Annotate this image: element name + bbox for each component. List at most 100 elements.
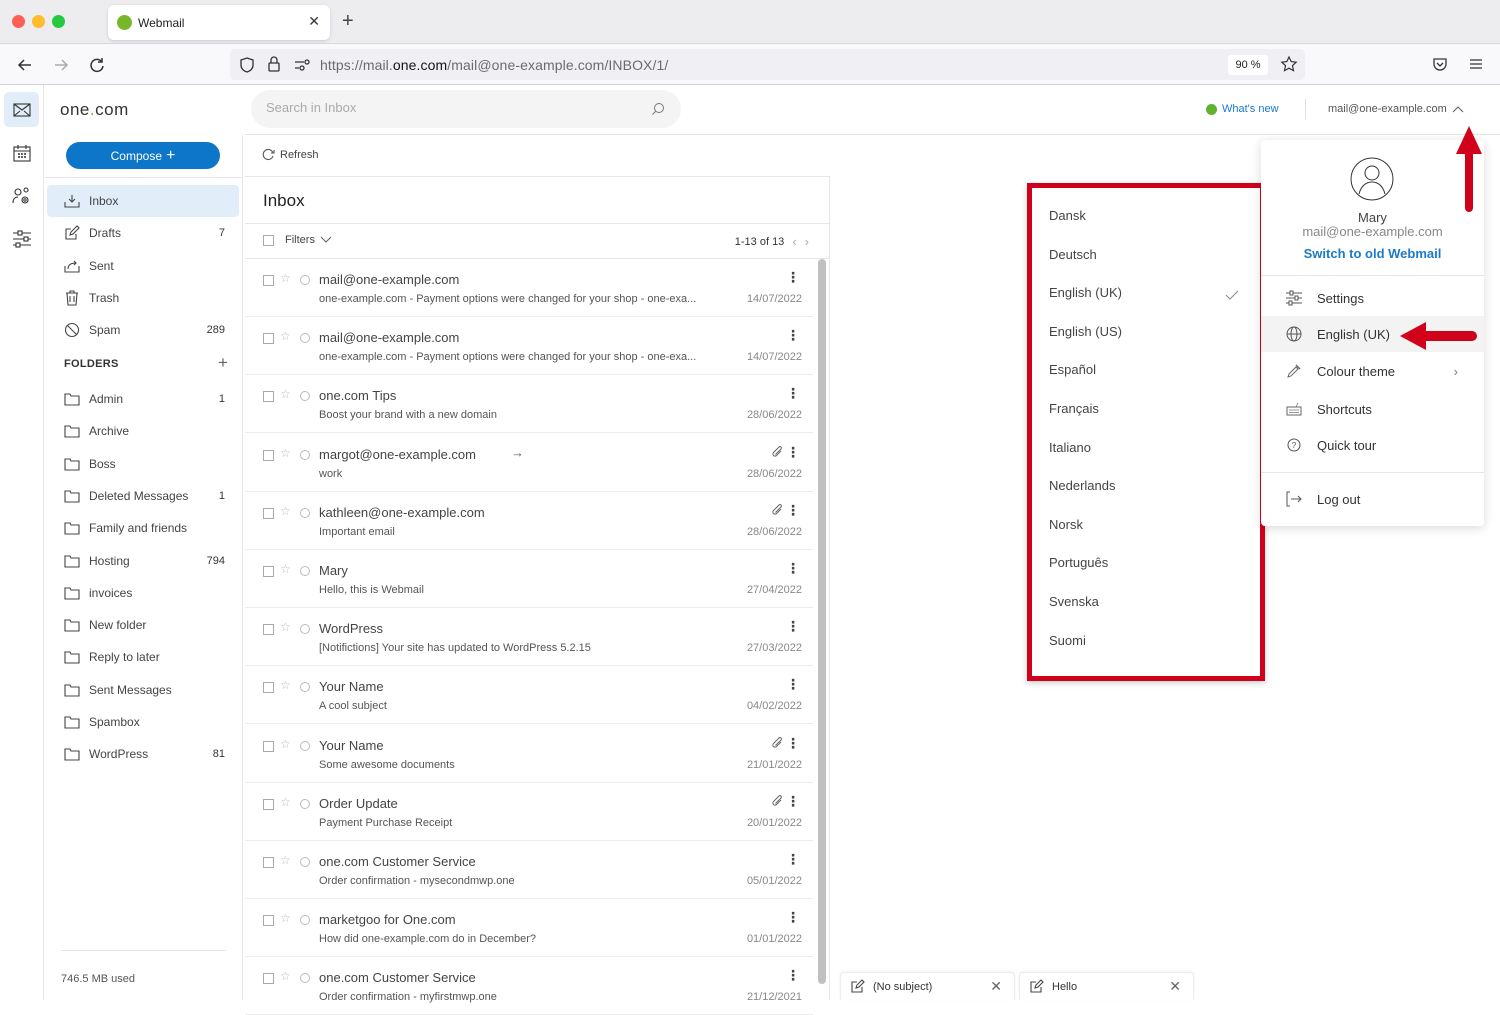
language-option[interactable]: Français — [1049, 401, 1099, 416]
more-options-icon[interactable]: ⋮ — [786, 619, 800, 633]
message-checkbox[interactable] — [263, 682, 274, 694]
read-status-icon[interactable] — [300, 973, 310, 984]
read-status-icon[interactable] — [300, 333, 310, 344]
list-scrollbar[interactable] — [818, 259, 826, 984]
message-checkbox[interactable] — [263, 973, 274, 985]
sidebar-folder[interactable]: Hosting 794 — [47, 545, 239, 577]
close-window-button[interactable] — [12, 15, 25, 28]
bookmark-star-icon[interactable] — [1280, 55, 1298, 73]
message-row[interactable]: ☆ one.com Customer Service Order confirmat… — [245, 841, 813, 899]
close-tab-icon[interactable]: ✕ — [308, 13, 320, 30]
message-row[interactable]: ☆ Mary Hello, this is Webmail 27/04/2022 ⋮ — [245, 550, 813, 608]
switch-old-webmail-link[interactable]: Switch to old Webmail — [1261, 246, 1484, 261]
chevron-down-icon[interactable] — [320, 236, 332, 244]
star-icon[interactable]: ☆ — [280, 446, 291, 460]
back-button[interactable] — [14, 54, 36, 76]
more-options-icon[interactable]: ⋮ — [786, 677, 800, 691]
language-option[interactable]: Dansk — [1049, 208, 1086, 223]
sidebar-folder[interactable]: WordPress 81 — [47, 738, 239, 770]
read-status-icon[interactable] — [300, 798, 310, 809]
read-status-icon[interactable] — [300, 566, 310, 576]
language-option[interactable]: Nederlands — [1049, 478, 1116, 493]
language-option[interactable]: Italiano — [1049, 440, 1091, 455]
message-checkbox[interactable] — [263, 624, 274, 636]
menu-item-shortcuts[interactable]: Shortcuts — [1261, 391, 1484, 427]
menu-item-logout[interactable]: Log out — [1261, 481, 1484, 517]
star-icon[interactable]: ☆ — [280, 969, 291, 983]
more-options-icon[interactable]: ⋮ — [786, 794, 800, 808]
read-status-icon[interactable] — [300, 624, 310, 635]
language-option[interactable]: English (UK) — [1049, 285, 1122, 300]
search-box[interactable] — [251, 90, 681, 128]
sidebar-folder[interactable]: Admin 1 — [47, 383, 239, 415]
sidebar-item-inbox[interactable]: Inbox — [47, 185, 239, 217]
read-status-icon[interactable] — [300, 275, 310, 285]
shield-icon[interactable] — [238, 56, 256, 74]
close-draft-icon[interactable]: ✕ — [1169, 978, 1181, 995]
lock-icon[interactable] — [266, 55, 282, 73]
calendar-app-button[interactable] — [4, 135, 39, 170]
language-option[interactable]: Suomi — [1049, 633, 1086, 648]
message-checkbox[interactable] — [263, 391, 274, 403]
read-status-icon[interactable] — [300, 740, 310, 751]
close-draft-icon[interactable]: ✕ — [990, 978, 1002, 995]
forward-button[interactable] — [50, 54, 72, 76]
read-status-icon[interactable] — [300, 915, 310, 926]
more-options-icon[interactable]: ⋮ — [786, 270, 800, 284]
one-com-logo[interactable]: one.com — [60, 100, 129, 120]
more-options-icon[interactable]: ⋮ — [786, 328, 800, 342]
language-option[interactable]: English (US) — [1049, 324, 1122, 339]
message-row[interactable]: ☆ Order Update Payment Purchase Receipt 20/… — [245, 783, 813, 841]
search-input[interactable] — [266, 100, 636, 115]
add-folder-button[interactable]: + — [218, 353, 228, 373]
hamburger-menu-icon[interactable] — [1467, 55, 1485, 73]
sidebar-folder[interactable]: Archive — [47, 415, 239, 447]
maximize-window-button[interactable] — [52, 15, 65, 28]
message-checkbox[interactable] — [263, 740, 274, 752]
language-option[interactable]: Svenska — [1049, 594, 1099, 609]
message-row[interactable]: ☆ kathleen@one-example.com Important email… — [245, 492, 813, 550]
message-checkbox[interactable] — [263, 333, 274, 345]
sidebar-folder[interactable]: Spambox — [47, 706, 239, 738]
read-status-icon[interactable] — [300, 449, 310, 460]
star-icon[interactable]: ☆ — [280, 504, 291, 518]
sidebar-folder[interactable]: Boss — [47, 448, 239, 480]
contacts-app-button[interactable] — [4, 178, 39, 213]
draft-tab[interactable]: Hello ✕ — [1019, 972, 1194, 1000]
more-options-icon[interactable]: ⋮ — [786, 968, 800, 982]
refresh-button[interactable]: Refresh — [262, 148, 319, 161]
message-checkbox[interactable] — [263, 566, 274, 577]
reload-button[interactable] — [86, 54, 108, 76]
language-option[interactable]: Deutsch — [1049, 247, 1097, 262]
sidebar-folder[interactable]: Sent Messages — [47, 674, 239, 706]
more-options-icon[interactable]: ⋮ — [786, 445, 800, 459]
sidebar-folder[interactable]: New folder — [47, 609, 239, 641]
message-checkbox[interactable] — [263, 857, 274, 868]
read-status-icon[interactable] — [300, 682, 310, 693]
message-row[interactable]: ☆ WordPress [Notifictions] Your site has u… — [245, 608, 813, 667]
menu-item-quick-tour[interactable]: ? Quick tour — [1261, 427, 1484, 463]
read-status-icon[interactable] — [300, 857, 310, 867]
message-row[interactable]: ☆ one.com Customer Service Order confirmat… — [245, 957, 813, 1015]
browser-tab[interactable]: Webmail ✕ — [108, 5, 330, 40]
star-icon[interactable]: ☆ — [280, 387, 291, 401]
permissions-icon[interactable] — [293, 57, 311, 73]
star-icon[interactable]: ☆ — [280, 620, 291, 634]
message-checkbox[interactable] — [263, 798, 274, 810]
url-text[interactable]: https://mail.one.com/mail@one-example.co… — [320, 57, 668, 73]
language-option[interactable]: Español — [1049, 362, 1096, 377]
prev-page-icon[interactable]: ‹ — [792, 234, 796, 249]
mail-app-button[interactable] — [4, 92, 39, 127]
minimize-window-button[interactable] — [32, 15, 45, 28]
more-options-icon[interactable]: ⋮ — [786, 561, 800, 575]
compose-button[interactable]: Compose + — [66, 142, 220, 169]
more-options-icon[interactable]: ⋮ — [786, 852, 800, 866]
read-status-icon[interactable] — [300, 507, 310, 518]
star-icon[interactable]: ☆ — [280, 271, 291, 285]
sidebar-folder[interactable]: Reply to later — [47, 641, 239, 673]
sidebar-item-drafts[interactable]: Drafts 7 — [47, 217, 239, 249]
whats-new-link[interactable]: What's new — [1206, 103, 1279, 115]
account-menu-toggle[interactable]: mail@one-example.com — [1328, 103, 1464, 115]
message-checkbox[interactable] — [263, 915, 274, 927]
settings-app-button[interactable] — [4, 221, 39, 256]
